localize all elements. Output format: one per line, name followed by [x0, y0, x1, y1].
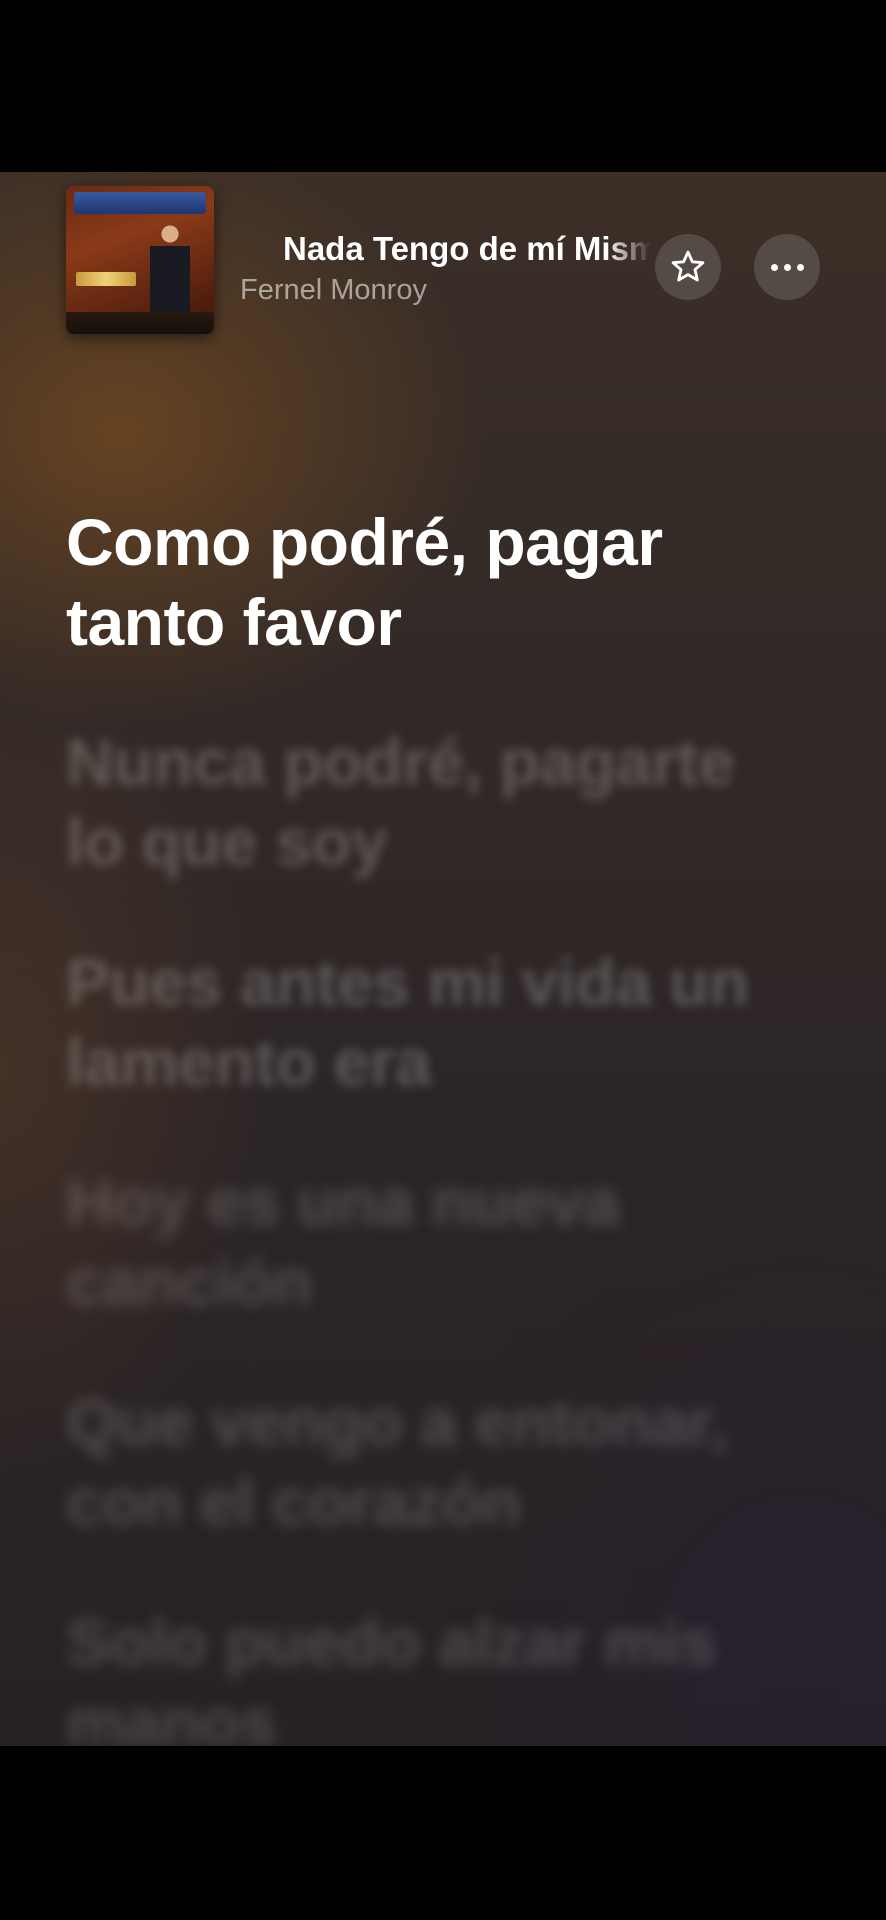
lyric-line[interactable]: Que vengo a entonar, con el corazón	[66, 1382, 786, 1542]
favorite-button[interactable]	[655, 234, 721, 300]
album-art[interactable]	[66, 186, 214, 334]
lyric-line[interactable]: Nunca podré, pagarte lo que soy	[66, 722, 786, 882]
lyric-line-active[interactable]: Como podré, pagar tanto favor	[66, 502, 786, 662]
lyrics-list[interactable]: Como podré, pagar tanto favor Nunca podr…	[66, 502, 786, 1746]
lyric-line[interactable]: Solo puedo alzar mis manos	[66, 1602, 786, 1746]
album-gold-label	[76, 272, 136, 286]
more-options-button[interactable]	[754, 234, 820, 300]
star-icon	[671, 250, 705, 282]
artist-name[interactable]: Fernel Monroy	[240, 274, 427, 307]
song-title[interactable]: Nada Tengo de mí Mismo	[283, 230, 651, 270]
lyric-line[interactable]: Hoy es una nueva canción	[66, 1162, 786, 1322]
album-singer-figure	[150, 220, 190, 320]
album-bottom-strip	[66, 312, 214, 334]
lyric-line[interactable]: Pues antes mi vida un lamento era	[66, 942, 786, 1102]
ellipsis-icon	[770, 263, 804, 271]
lyrics-screen: Nada Tengo de mí Mismo Fernel Monroy Com…	[0, 172, 886, 1746]
album-title-banner	[74, 192, 206, 214]
